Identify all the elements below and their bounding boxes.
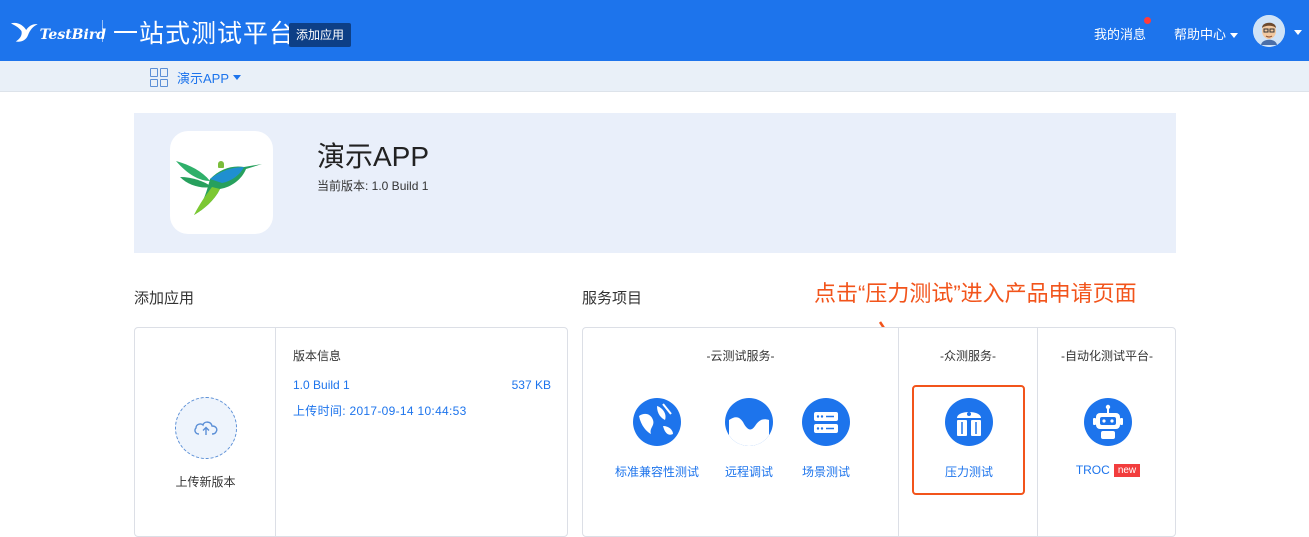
upload-button[interactable]	[175, 397, 237, 459]
automation-platform-title: -自动化测试平台-	[1061, 349, 1153, 363]
upload-time-text: 上传时间: 2017-09-14 10:44:53	[293, 404, 467, 418]
my-messages-link[interactable]: 我的消息	[1094, 24, 1146, 43]
help-center-label: 帮助中心	[1174, 27, 1227, 42]
new-badge: new	[1113, 464, 1141, 477]
cloud-test-services-title: -云测试服务-	[706, 349, 775, 363]
wave-icon	[725, 398, 773, 446]
chevron-down-icon	[1230, 33, 1239, 39]
globe-icon	[633, 398, 681, 446]
logo-divider	[102, 20, 103, 42]
avatar-face-icon	[1253, 15, 1285, 47]
unread-dot	[1144, 17, 1151, 24]
services-section-title: 服务项目	[582, 290, 643, 307]
current-version-text: 当前版本: 1.0 Build 1	[317, 179, 429, 193]
services-panel: -云测试服务- -众测服务- -自动化测试平台- 标准兼容性测试 远程调试 场景…	[582, 327, 1176, 537]
user-avatar[interactable]	[1253, 15, 1285, 47]
top-navbar: TestBird 一站式测试平台 添加应用 我的消息 帮助中心	[0, 0, 1309, 61]
app-subbar: 演示APP	[0, 61, 1309, 92]
chevron-down-icon	[233, 75, 242, 80]
service-compatibility-test[interactable]: 标准兼容性测试	[613, 398, 701, 480]
service-scenario-test[interactable]: 场景测试	[791, 398, 861, 480]
service-label: 场景测试	[801, 465, 850, 479]
grid-icon	[150, 68, 169, 87]
testbird-logo[interactable]: TestBird	[10, 14, 106, 48]
service-troc[interactable]: TROC new	[1058, 398, 1158, 477]
hummingbird-icon	[176, 161, 262, 215]
app-icon	[170, 131, 273, 234]
service-label: 远程调试	[724, 465, 773, 479]
logo-text: TestBird	[39, 27, 106, 43]
app-switcher-dropdown[interactable]: 演示APP	[150, 68, 242, 87]
service-remote-debug[interactable]: 远程调试	[709, 398, 789, 480]
upload-new-version-area[interactable]: 上传新版本	[135, 328, 276, 536]
version-info-title: 版本信息	[293, 349, 342, 363]
app-banner: 演示APP 当前版本: 1.0 Build 1	[134, 113, 1176, 253]
upload-new-version-label: 上传新版本	[175, 475, 236, 489]
highlight-box	[912, 385, 1025, 495]
version-name-link[interactable]: 1.0 Build 1	[293, 378, 350, 392]
user-menu-chevron-icon[interactable]	[1294, 30, 1302, 35]
instruction-annotation: 点击“压力测试”进入产品申请页面	[814, 281, 1137, 306]
robot-icon	[1084, 398, 1132, 446]
add-app-button[interactable]: 添加应用	[289, 23, 352, 47]
service-label-row: TROC new	[1075, 463, 1141, 477]
app-name-title: 演示APP	[317, 141, 430, 172]
add-app-section-title: 添加应用	[134, 290, 195, 307]
server-icon	[802, 398, 850, 446]
help-center-menu[interactable]: 帮助中心	[1174, 24, 1239, 43]
version-size: 537 KB	[511, 378, 551, 392]
service-label: 标准兼容性测试	[614, 465, 699, 479]
cloud-upload-icon	[194, 421, 218, 435]
bird-logo-icon	[10, 22, 38, 42]
version-panel: 上传新版本 版本信息 1.0 Build 1 537 KB 上传时间: 2017…	[134, 327, 568, 537]
platform-title: 一站式测试平台	[113, 20, 296, 48]
service-label: TROC	[1075, 463, 1110, 477]
app-switcher-label: 演示APP	[177, 71, 230, 86]
crowd-test-services-title: -众测服务-	[940, 349, 996, 363]
